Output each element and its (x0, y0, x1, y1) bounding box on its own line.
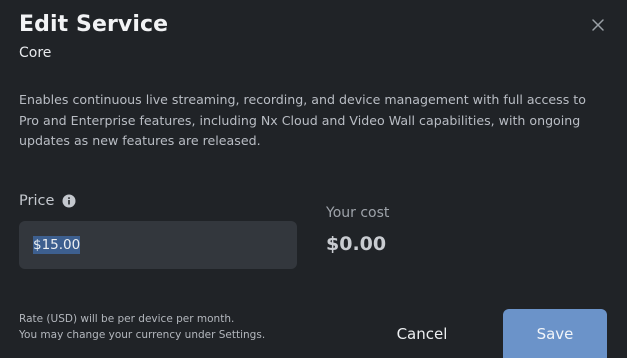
price-input[interactable]: $15.00 (19, 221, 297, 269)
rate-footnote: Rate (USD) will be per device per month.… (19, 311, 265, 343)
info-icon[interactable] (62, 194, 76, 208)
your-cost-value: $0.00 (326, 233, 387, 255)
price-input-value: $15.00 (33, 236, 81, 254)
save-button[interactable]: Save (503, 309, 607, 358)
price-label-row: Price (19, 193, 76, 209)
dialog-title: Edit Service (19, 12, 169, 37)
footnote-line-1: Rate (USD) will be per device per month. (19, 313, 235, 325)
cancel-button[interactable]: Cancel (380, 315, 464, 353)
price-label: Price (19, 193, 55, 209)
your-cost-label: Your cost (326, 205, 390, 221)
service-description: Enables continuous live streaming, recor… (19, 92, 586, 148)
service-name: Core (19, 45, 52, 61)
close-icon[interactable] (588, 15, 608, 35)
footnote-line-2: You may change your currency under Setti… (19, 329, 266, 341)
edit-service-dialog: Edit Service Core Enables continuous liv… (0, 0, 627, 358)
